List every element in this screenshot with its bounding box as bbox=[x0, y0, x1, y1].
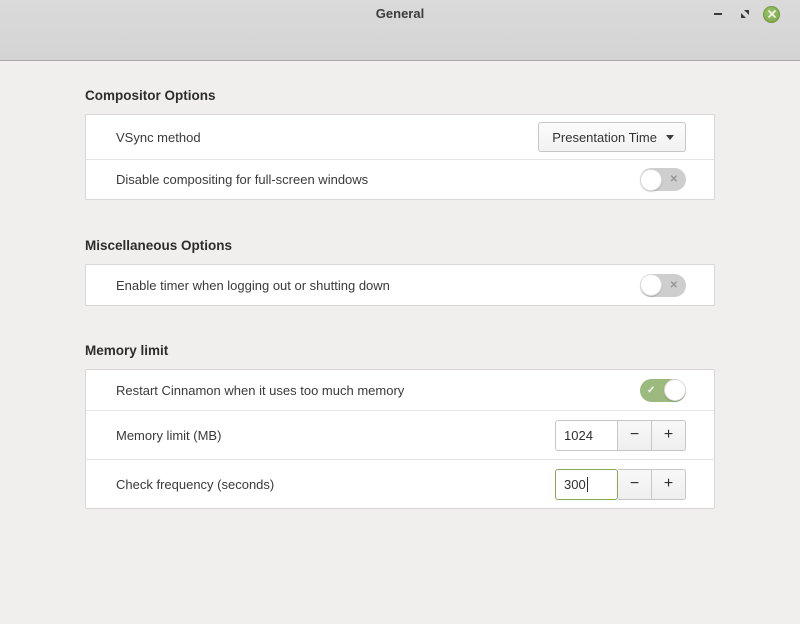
check-frequency-decrement-button[interactable]: − bbox=[618, 469, 652, 500]
minimize-icon bbox=[714, 13, 722, 15]
memory-limit-label: Memory limit (MB) bbox=[116, 428, 221, 443]
toggle-knob bbox=[664, 379, 686, 401]
toggle-knob bbox=[640, 169, 662, 191]
disable-compositing-row: Disable compositing for full-screen wind… bbox=[86, 159, 714, 199]
compositor-options-panel: VSync method Presentation Time Disable c… bbox=[85, 114, 715, 200]
text-cursor bbox=[587, 477, 588, 492]
window-controls bbox=[709, 0, 780, 28]
check-frequency-row: Check frequency (seconds) 300 − + bbox=[86, 459, 714, 508]
toggle-cross-icon: ✕ bbox=[670, 168, 678, 191]
check-frequency-spinbox: 300 − + bbox=[555, 469, 686, 500]
memory-limit-decrement-button[interactable]: − bbox=[618, 420, 652, 451]
memory-limit-spinbox: 1024 − + bbox=[555, 420, 686, 451]
section-title-memory-limit: Memory limit bbox=[85, 343, 715, 358]
check-frequency-label: Check frequency (seconds) bbox=[116, 477, 274, 492]
logout-timer-toggle[interactable]: ✕ bbox=[640, 274, 686, 297]
restart-cinnamon-row: Restart Cinnamon when it uses too much m… bbox=[86, 370, 714, 410]
disable-compositing-label: Disable compositing for full-screen wind… bbox=[116, 172, 368, 187]
window-title: General bbox=[0, 0, 800, 28]
check-frequency-increment-button[interactable]: + bbox=[652, 469, 686, 500]
memory-limit-row: Memory limit (MB) 1024 − + bbox=[86, 410, 714, 459]
miscellaneous-options-panel: Enable timer when logging out or shuttin… bbox=[85, 264, 715, 306]
close-icon bbox=[768, 10, 776, 18]
memory-limit-value: 1024 bbox=[564, 428, 593, 443]
check-frequency-value: 300 bbox=[564, 477, 586, 492]
logout-timer-label: Enable timer when logging out or shuttin… bbox=[116, 278, 390, 293]
chevron-down-icon bbox=[666, 135, 674, 140]
toggle-cross-icon: ✕ bbox=[670, 274, 678, 297]
settings-window: General Composit bbox=[0, 0, 800, 509]
memory-limit-panel: Restart Cinnamon when it uses too much m… bbox=[85, 369, 715, 509]
maximize-icon bbox=[740, 9, 750, 19]
toggle-check-icon: ✓ bbox=[647, 379, 655, 402]
restart-cinnamon-toggle[interactable]: ✓ bbox=[640, 379, 686, 402]
titlebar[interactable]: General bbox=[0, 0, 800, 28]
section-title-miscellaneous-options: Miscellaneous Options bbox=[85, 238, 715, 253]
section-title-compositor-options: Compositor Options bbox=[85, 88, 715, 103]
vsync-method-value: Presentation Time bbox=[552, 130, 657, 145]
vsync-method-label: VSync method bbox=[116, 130, 201, 145]
disable-compositing-toggle[interactable]: ✕ bbox=[640, 168, 686, 191]
maximize-button[interactable] bbox=[736, 5, 754, 23]
memory-limit-input[interactable]: 1024 bbox=[555, 420, 618, 451]
vsync-method-dropdown[interactable]: Presentation Time bbox=[538, 122, 686, 152]
check-frequency-input[interactable]: 300 bbox=[555, 469, 618, 500]
memory-limit-increment-button[interactable]: + bbox=[652, 420, 686, 451]
minimize-button[interactable] bbox=[709, 5, 727, 23]
logout-timer-row: Enable timer when logging out or shuttin… bbox=[86, 265, 714, 305]
close-button[interactable] bbox=[763, 6, 780, 23]
window-header: General bbox=[0, 0, 800, 61]
settings-content: Compositor Options VSync method Presenta… bbox=[0, 88, 800, 509]
restart-cinnamon-label: Restart Cinnamon when it uses too much m… bbox=[116, 383, 404, 398]
toggle-knob bbox=[640, 274, 662, 296]
vsync-method-row: VSync method Presentation Time bbox=[86, 115, 714, 159]
